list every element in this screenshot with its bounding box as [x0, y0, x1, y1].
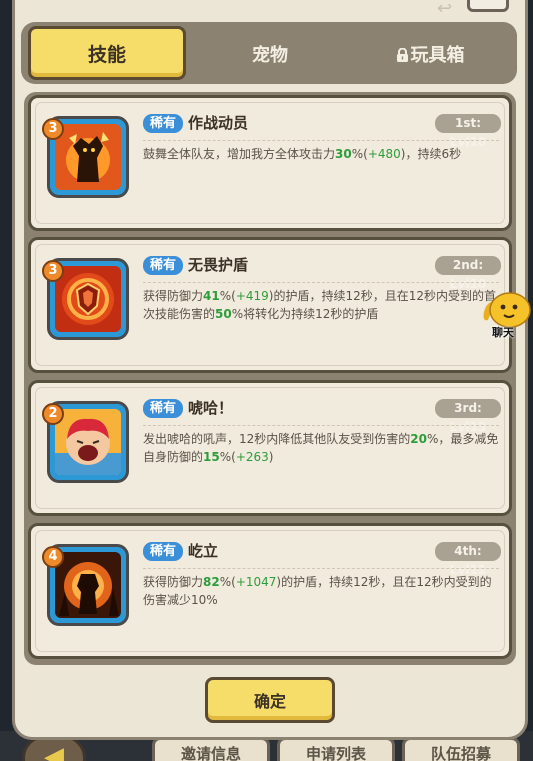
skill-level-badge: 3: [42, 118, 64, 140]
skill-description: 获得防御力41%(+419)的护盾，持续12秒，且在12秒内受到的首次技能伤害的…: [143, 287, 503, 323]
tab-toybox-label: 玩具箱: [410, 45, 465, 66]
description-highlight: 15: [203, 450, 220, 464]
skill-name: 作战动员: [188, 114, 249, 132]
skill-rank-badge: 4th: Lvl11: [435, 542, 501, 577]
description-highlight: +419: [235, 289, 269, 303]
rarity-badge: 稀有: [143, 114, 184, 133]
description-highlight: 20: [410, 432, 427, 446]
chat-button[interactable]: 聊天: [482, 290, 533, 344]
description-highlight: 30: [335, 147, 352, 161]
rarity-badge: 稀有: [143, 256, 184, 275]
description-highlight: +263: [235, 450, 269, 464]
skill-card[interactable]: 3 稀有 无畏护盾 2nd: Lvl10 获得防御力41%(+419)的护盾，持…: [28, 237, 512, 373]
skill-card[interactable]: 4 稀有 屹立 4th: Lvl11 获得防御力82%(+1047)的护盾，持续…: [28, 523, 512, 659]
lock-icon: [396, 48, 408, 62]
skill-rank-badge: 1st: Lvl10: [435, 114, 501, 149]
description-highlight: +1047: [235, 575, 277, 589]
description-highlight: 50: [215, 307, 232, 321]
tab-toybox[interactable]: 玩具箱: [370, 28, 490, 80]
skill-card[interactable]: 2 稀有 唬哈！ 3rd: Lvl13 发出唬哈的吼声，12秒内降低其他队友受到…: [28, 380, 512, 516]
description-text: 鼓舞全体队友，增加我方全体攻击力: [143, 147, 336, 161]
description-text: %(: [351, 147, 368, 161]
tab-pets-label: 宠物: [252, 45, 288, 66]
skill-level-badge: 2: [42, 403, 64, 425]
description-text: %将转化为持续12秒的护盾: [231, 307, 379, 321]
description-text: 获得防御力: [143, 575, 204, 589]
description-highlight: 41: [203, 289, 220, 303]
confirm-button[interactable]: 确定: [205, 677, 335, 723]
skill-level-badge: 4: [42, 546, 64, 568]
description-text: ): [268, 450, 274, 464]
arrow-left-icon: ◀: [44, 742, 64, 761]
description-text: 获得防御力: [143, 289, 204, 303]
swirl-decoration-icon: ↩: [437, 0, 453, 19]
skill-rank-badge: 2nd: Lvl10: [435, 256, 501, 291]
description-highlight: 82: [203, 575, 220, 589]
skill-name: 屹立: [188, 542, 219, 560]
skill-card[interactable]: 3 稀有 作战动员 1st: Lvl10 鼓舞全体队友，增加我方全体攻击力30%…: [28, 95, 512, 231]
description-highlight: +480: [367, 147, 401, 161]
skill-name: 无畏护盾: [188, 256, 249, 274]
description-text: 发出唬哈的吼声，12秒内降低其他队友受到伤害的: [143, 432, 411, 446]
skill-level-badge: 3: [42, 260, 64, 282]
close-tab-decoration[interactable]: [467, 0, 509, 12]
skill-name: 唬哈！: [188, 399, 234, 417]
rarity-badge: 稀有: [143, 542, 184, 561]
team-recruit-button[interactable]: 队伍招募: [402, 737, 520, 761]
rarity-badge: 稀有: [143, 399, 184, 418]
description-text: %(: [219, 289, 236, 303]
skill-description: 获得防御力82%(+1047)的护盾，持续12秒，且在12秒内受到的伤害减少10…: [143, 573, 503, 609]
tab-pets[interactable]: 宠物: [210, 28, 330, 80]
tab-skills[interactable]: 技能: [28, 26, 186, 80]
skill-description: 鼓舞全体队友，增加我方全体攻击力30%(+480)，持续6秒: [143, 145, 503, 163]
confirm-label: 确定: [253, 692, 286, 711]
screen: ◀ 邀请信息 申请列表 队伍招募 ↩ 技能 宠物 玩具箱 3 稀有 作战动员 1…: [0, 0, 533, 761]
tab-skills-label: 技能: [87, 43, 126, 66]
invite-info-button[interactable]: 邀请信息: [152, 737, 270, 761]
skill-description: 发出唬哈的吼声，12秒内降低其他队友受到伤害的20%，最多减免自身防御的15%(…: [143, 430, 503, 466]
chat-label: 聊天: [492, 326, 514, 339]
skill-rank-badge: 3rd: Lvl13: [435, 399, 501, 434]
description-text: )，持续6秒: [400, 147, 462, 161]
description-text: %(: [219, 450, 236, 464]
description-text: %(: [219, 575, 236, 589]
apply-list-button[interactable]: 申请列表: [277, 737, 395, 761]
